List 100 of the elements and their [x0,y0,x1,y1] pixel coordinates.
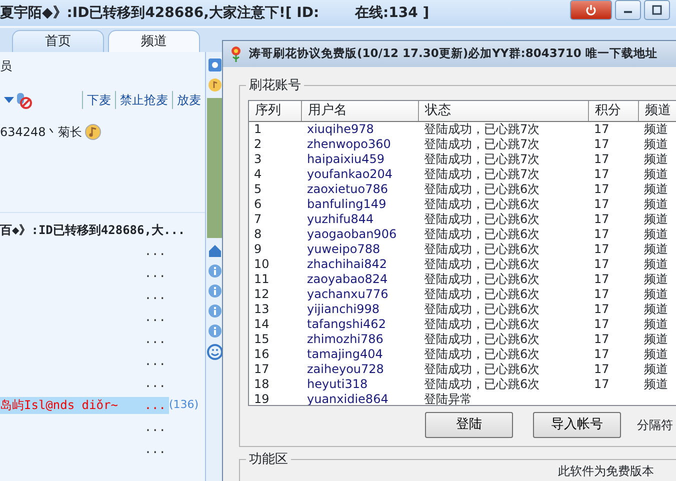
table-cell-text: 17 [593,302,610,317]
table-cell-text: 登陆成功，已心跳6次 [423,272,541,287]
table-cell-text: 17 [593,377,610,392]
table-cell-text: 登陆成功，已心跳7次 [423,167,541,182]
table-cell-text: xiuqihe978 [306,122,375,137]
group-label: 功能区 [246,452,291,467]
table-cell-text: 频道 [643,197,669,212]
group-label: 刷花账号 [246,78,304,93]
table-cell-text: 17 [593,212,610,227]
table-cell-text: 11 [253,272,270,287]
table-cell-text: 登陆异常 [423,392,473,405]
toolbar-link[interactable]: 禁止抢麦 [115,91,172,109]
column-header[interactable]: 用户名 [302,101,419,121]
table-cell-text: zaoyabao824 [306,272,389,287]
info-icon[interactable] [208,284,222,298]
tab[interactable]: 首页 [12,30,104,52]
table-cell-text: 登陆成功，已心跳6次 [423,197,541,212]
online-count: 在线:134 ] [355,4,430,22]
ellipsis[interactable]: ... [144,242,166,260]
flower-icon [229,46,243,62]
table-cell-text: 17 [593,152,610,167]
table-cell-text: 登陆成功，已心跳6次 [423,182,541,197]
music-note-icon[interactable] [208,78,222,92]
caret-icon[interactable] [4,96,14,104]
table-cell-text: 13 [253,302,270,317]
table-cell-text: 1 [253,122,263,137]
power-button[interactable] [570,0,612,20]
table-cell-text: 4 [253,167,263,182]
maximize-icon [652,5,662,15]
table-cell-text: 17 [593,182,610,197]
ellipsis[interactable]: ... [144,264,166,282]
column-header[interactable]: 序列 [249,101,302,121]
home-icon[interactable] [208,244,222,258]
mic-blocked-icon[interactable] [14,91,32,109]
table-cell-text: 频道 [643,317,669,332]
table-cell-text: youfankao204 [306,167,394,182]
table-cell-text: 频道 [643,347,669,362]
table-cell-text: banfuling149 [306,197,388,212]
ellipsis[interactable]: ... [144,308,166,326]
table-cell-text: 频道 [643,137,669,152]
ellipsis[interactable]: ... [144,418,166,436]
column-header[interactable]: 积分 [589,101,639,121]
table-cell-text: yuweipo788 [306,242,382,257]
table-cell-text: 频道 [643,377,669,392]
table-cell-text: 频道 [643,272,669,287]
table-cell-text: 17 [593,317,610,332]
dialog-title: 涛哥刷花协议免费版(10/12 17.30更新)必加YY群:8043710 唯一下载地址 [249,45,658,62]
table-cell-text: 17 [593,287,610,302]
square-icon[interactable] [208,58,222,72]
button[interactable]: 导入帐号 [533,412,621,438]
table-cell-text: 17 [593,137,610,152]
table-cell-text: zaoxietuo786 [306,182,389,197]
table-cell-text: 14 [253,317,270,332]
table-cell-text: 登陆成功，已心跳6次 [423,212,541,227]
window-title: 夏宇陌◆》:ID已转移到428686,大家注意下![ ID: [0,4,320,22]
table-cell-text: 登陆成功，已心跳6次 [423,347,541,362]
table-cell-text: 6 [253,197,263,212]
table-cell-text: 频道 [643,227,669,242]
table-cell-text: 17 [593,167,610,182]
table-cell-text: 频道 [643,332,669,347]
table-cell-text: yachanxu776 [306,287,390,302]
minimize-button[interactable] [615,0,641,20]
ellipsis[interactable]: ... [144,374,166,392]
table-cell-text: 频道 [643,242,669,257]
table-cell-text: 频道 [643,122,669,137]
table-cell-text: 2 [253,137,263,152]
table-cell-text: 频道 [643,302,669,317]
button[interactable]: 登陆 [425,412,513,438]
ellipsis[interactable]: ... [144,352,166,370]
column-header[interactable]: 频道 [639,101,676,121]
table-cell-text: 登陆成功，已心跳7次 [423,152,541,167]
table-cell-text: haipaixiu459 [306,152,386,167]
table-cell-text: tamajing404 [306,347,384,362]
table-cell-text: 频道 [643,167,669,182]
table-cell-text: 登陆成功，已心跳6次 [423,377,541,392]
table-cell-text: 17 [593,122,610,137]
tab[interactable]: 频道 [108,30,200,52]
info-icon[interactable] [208,264,222,278]
smiley-icon[interactable] [206,344,222,360]
table-cell-text: 17 [253,362,270,377]
table-cell-text: 17 [593,257,610,272]
column-header[interactable]: 状态 [419,101,589,121]
table-cell-text: 9 [253,242,263,257]
table-cell-text: 登陆成功，已心跳6次 [423,227,541,242]
ellipsis[interactable]: ... [144,330,166,348]
table-cell-text: 登陆成功，已心跳6次 [423,287,541,302]
table-cell-text: 17 [593,347,610,362]
info-icon[interactable] [208,304,222,318]
maximize-button[interactable] [644,0,670,20]
table-cell-text: 19 [253,392,270,405]
table-cell-text: 18 [253,377,270,392]
table-cell-text: zhachihai842 [306,257,388,272]
power-icon [585,4,597,16]
ellipsis[interactable]: ... [144,286,166,304]
table-cell-text: 频道 [643,287,669,302]
table-cell-text: 频道 [643,212,669,227]
toolbar-link[interactable]: 下麦 [82,91,115,109]
info-icon[interactable] [208,324,222,338]
ellipsis[interactable]: ... [144,440,166,458]
table-cell-text: zhimozhi786 [306,332,384,347]
